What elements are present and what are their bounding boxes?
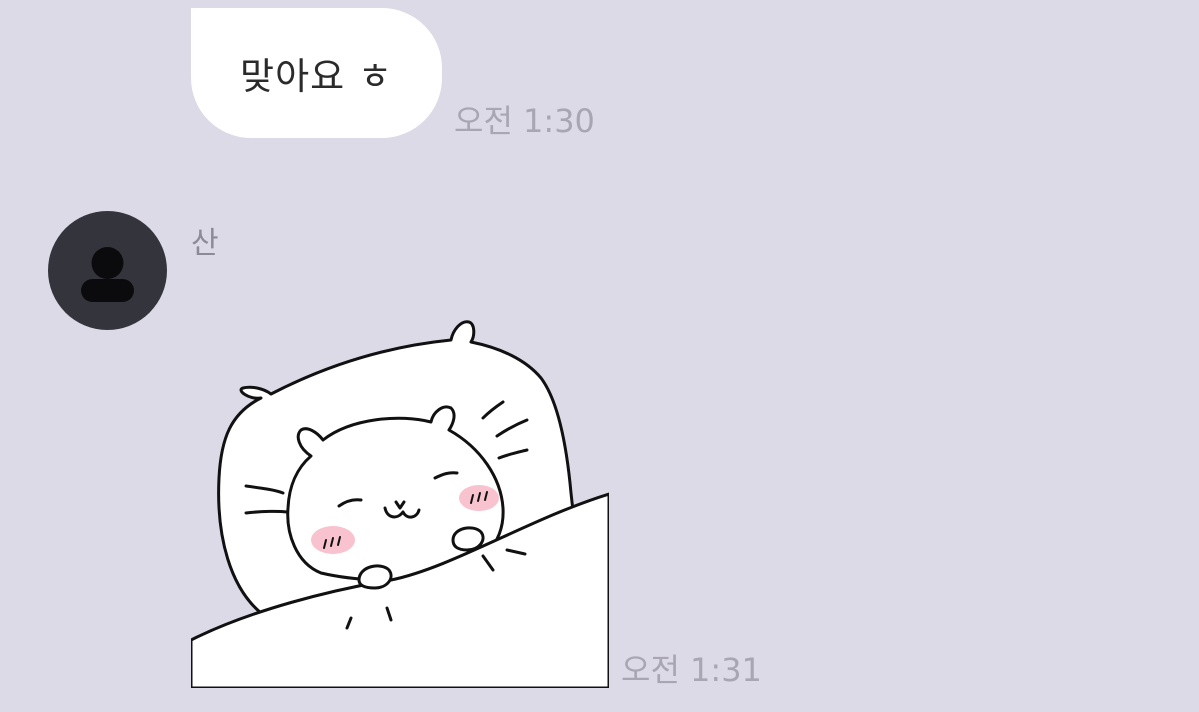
message-bubble[interactable]: 맞아요 ㅎ: [191, 8, 442, 138]
message-time: 오전 1:31: [621, 651, 762, 689]
message-text: 맞아요 ㅎ: [240, 55, 393, 98]
avatar[interactable]: [48, 211, 167, 330]
sleeping-cat-sticker[interactable]: [191, 318, 609, 688]
default-person-icon: [81, 247, 134, 302]
message-time: 오전 1:30: [454, 102, 595, 140]
sender-name: 산: [191, 226, 219, 261]
